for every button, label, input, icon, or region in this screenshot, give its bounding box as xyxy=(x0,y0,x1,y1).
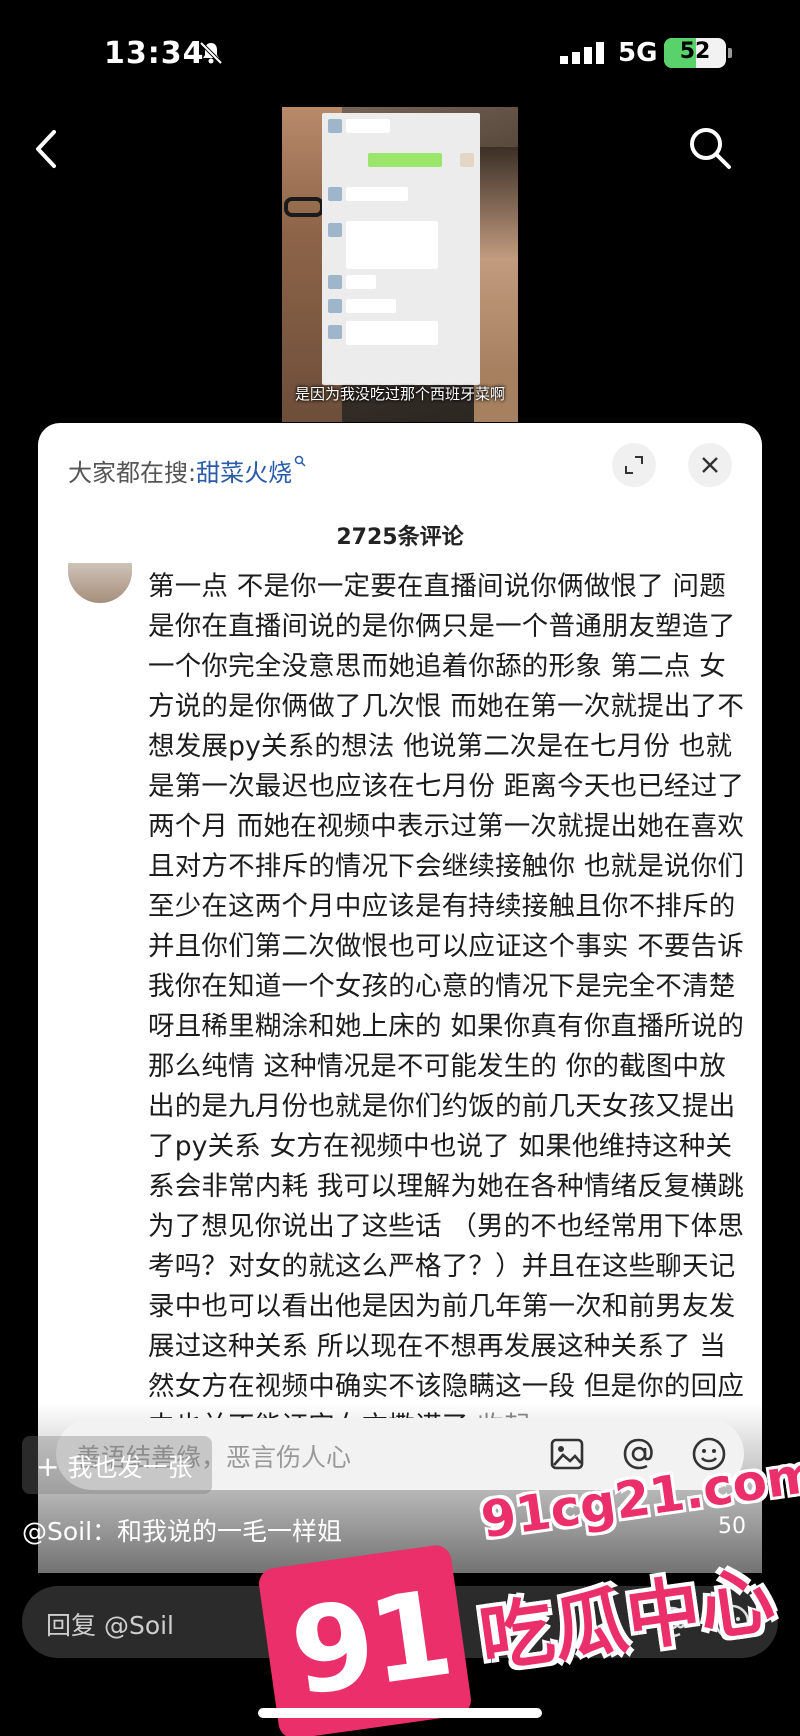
video-frame[interactable]: 是因为我没吃过那个西班牙菜啊 xyxy=(282,107,518,422)
reply-preview[interactable]: @Soil：和我说的一毛一样姐 xyxy=(22,1512,342,1548)
expand-button[interactable] xyxy=(612,443,656,487)
search-icon[interactable] xyxy=(686,124,734,172)
avatar[interactable] xyxy=(68,563,132,603)
video-subtitle: 是因为我没吃过那个西班牙菜啊 xyxy=(294,385,505,403)
signal-icon xyxy=(560,42,604,64)
post-image-button[interactable]: + 我也发一张 xyxy=(22,1436,212,1494)
close-icon xyxy=(702,457,718,473)
battery-level-text: 52 xyxy=(679,39,711,64)
video-person-right xyxy=(474,147,518,422)
status-time: 13:34 xyxy=(104,36,205,71)
post-image-label: 我也发一张 xyxy=(67,1453,193,1482)
reply-input-placeholder: 回复 @Soil xyxy=(46,1611,175,1640)
image-icon[interactable] xyxy=(548,1435,586,1473)
comment-panel: 大家都在搜:甜菜火烧 2725条评论 第一点 不是你一定要在直播间说你俩做恨了 … xyxy=(38,423,762,1573)
comment-text: 第一点 不是你一定要在直播间说你俩做恨了 问题是你在直播间说的是你俩只是一个普通… xyxy=(148,567,748,1447)
search-suggestion[interactable]: 大家都在搜:甜菜火烧 xyxy=(68,453,306,488)
watermark-number: 91 xyxy=(283,1563,458,1723)
small-search-icon xyxy=(294,455,306,467)
back-icon[interactable] xyxy=(26,126,66,172)
search-suggestion-keyword[interactable]: 甜菜火烧 xyxy=(196,459,292,487)
chat-screenshot-image xyxy=(322,113,480,385)
reply-count: 50 xyxy=(718,1514,746,1539)
expand-icon xyxy=(625,456,643,474)
home-indicator xyxy=(258,1708,542,1718)
search-suggestion-prefix: 大家都在搜: xyxy=(68,459,197,487)
plus-icon: + xyxy=(36,1450,60,1483)
battery-indicator: 52 xyxy=(664,38,732,68)
status-bar: 13:34 5G 52 xyxy=(0,0,800,100)
comment-body: 第一点 不是你一定要在直播间说你俩做恨了 问题是你在直播间说的是你俩只是一个普通… xyxy=(148,571,745,1442)
comment-count: 2725条评论 xyxy=(336,525,464,550)
mute-bell-icon xyxy=(199,41,223,65)
close-button[interactable] xyxy=(688,443,732,487)
network-type: 5G xyxy=(618,38,658,68)
video-glasses xyxy=(284,197,324,217)
